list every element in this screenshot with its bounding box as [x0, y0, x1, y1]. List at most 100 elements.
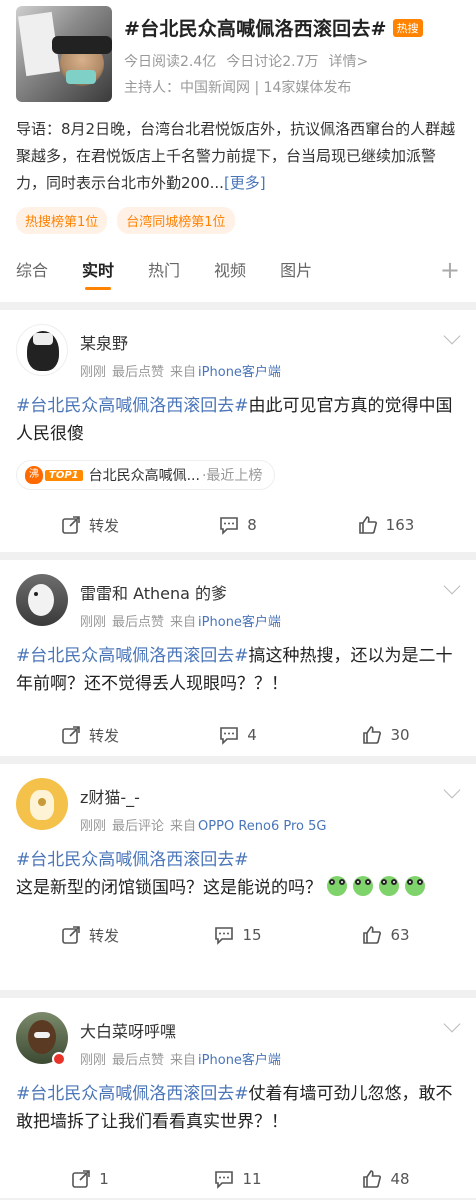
like-button[interactable]: 30 — [312, 725, 460, 745]
comment-button[interactable]: 11 — [164, 1169, 312, 1189]
hashtag-link[interactable]: #台北民众高喊佩洛西滚回去# — [16, 646, 249, 666]
avatar[interactable] — [16, 778, 68, 830]
comment-icon — [220, 727, 239, 745]
thumbs-up-icon — [363, 926, 382, 944]
post-source[interactable]: iPhone客户端 — [198, 615, 281, 630]
hot-badge: 热搜 — [392, 18, 423, 37]
source-prefix: 来自 — [170, 615, 197, 630]
post-source[interactable]: iPhone客户端 — [198, 365, 281, 380]
username[interactable]: z财猫-_- — [80, 784, 460, 808]
repost-button[interactable]: 1 — [16, 1169, 164, 1189]
frog-emoji-icon — [379, 876, 400, 896]
source-prefix: 来自 — [170, 365, 197, 380]
like-button[interactable]: 163 — [312, 515, 460, 535]
post-time: 刚刚 — [80, 819, 107, 834]
post-card[interactable]: z财猫-_- 刚刚 最后评论 来自 OPPO Reno6 Pro 5G #台北民众高喊… — [0, 764, 476, 990]
post-actions: 转发 4 30 — [16, 710, 460, 760]
username[interactable]: 雷雷和 Athena 的爹 — [80, 580, 460, 604]
post-text: #台北民众高喊佩洛西滚回去# 这是新型的闭馆锁国吗？这是能说的吗？ — [16, 846, 460, 902]
repost-icon — [62, 926, 80, 944]
username[interactable]: 某泉野 — [80, 330, 460, 354]
source-prefix: 来自 — [170, 1053, 197, 1068]
tab-realtime[interactable]: 实时 — [82, 257, 114, 290]
frog-emoji-icon — [353, 876, 374, 896]
like-button[interactable]: 48 — [312, 1169, 460, 1189]
avatar[interactable] — [16, 574, 68, 626]
tab-hot[interactable]: 热门 — [148, 257, 180, 281]
topic-cover-image[interactable] — [16, 6, 112, 102]
tab-comprehensive[interactable]: 综合 — [16, 257, 48, 281]
comment-button[interactable]: 15 — [164, 925, 312, 945]
post-actions: 1 11 48 — [16, 1154, 460, 1200]
post-activity: 最后点赞 — [112, 615, 165, 630]
hashtag-link[interactable]: #台北民众高喊佩洛西滚回去# — [16, 1084, 249, 1104]
frog-emoji-icon — [405, 876, 426, 896]
comment-icon — [215, 1171, 234, 1189]
thumbs-up-icon — [358, 516, 377, 534]
repost-icon — [72, 1170, 91, 1188]
detail-link[interactable]: 详情> — [329, 51, 369, 71]
more-link[interactable]: [更多] — [224, 174, 266, 192]
comment-button[interactable]: 4 — [164, 725, 312, 745]
repost-label: 转发 — [88, 516, 119, 535]
post-card[interactable]: 雷雷和 Athena 的爹 刚刚 最后点赞 来自 iPhone客户端 #台北民众高喊佩… — [0, 560, 476, 756]
post-text: #台北民众高喊佩洛西滚回去#仗着有墙可劲儿忽悠，敢不敢把墙拆了让我们看看真实世界… — [16, 1080, 460, 1136]
comment-icon — [215, 927, 234, 945]
post-time: 刚刚 — [80, 615, 107, 630]
tag-city-rank[interactable]: 台湾同城榜第1位 — [117, 207, 235, 234]
post-card[interactable]: 某泉野 刚刚 最后点赞 来自 iPhone客户端 #台北民众高喊佩洛西滚回去#由此可见… — [0, 310, 476, 552]
rank-label: 台北民众高喊佩... — [88, 468, 200, 484]
post-time: 刚刚 — [80, 1053, 107, 1068]
post-actions: 转发 15 63 — [16, 910, 460, 960]
hashtag-link[interactable]: #台北民众高喊佩洛西滚回去# — [16, 396, 249, 416]
comment-icon — [220, 517, 239, 535]
post-body: 这是新型的闭馆锁国吗？这是能说的吗？ — [16, 878, 322, 898]
repost-label: 转发 — [88, 726, 119, 745]
rank-chip[interactable]: 沸 TOP1 台北民众高喊佩... ·最近上榜 — [16, 460, 276, 490]
post-actions: 转发 8 163 — [16, 500, 460, 550]
avatar[interactable] — [16, 324, 68, 376]
like-count: 163 — [385, 516, 415, 534]
post-text: #台北民众高喊佩洛西滚回去#搞这种热搜，还以为是二十年前啊？还不觉得丢人现眼吗？… — [16, 642, 460, 698]
discussions-count: 今日讨论2.7万 — [226, 54, 319, 70]
tag-hot-rank[interactable]: 热搜榜第1位 — [16, 207, 108, 234]
like-count: 30 — [390, 726, 410, 744]
reads-count: 今日阅读2.4亿 — [124, 54, 217, 70]
comment-count: 15 — [242, 926, 262, 944]
top-badge: TOP1 — [45, 469, 83, 481]
post-activity: 最后点赞 — [112, 1053, 165, 1068]
repost-button[interactable]: 转发 — [16, 925, 164, 946]
tab-images[interactable]: 图片 — [280, 257, 312, 281]
post-source[interactable]: OPPO Reno6 Pro 5G — [198, 819, 326, 834]
like-button[interactable]: 63 — [312, 925, 460, 945]
tab-video[interactable]: 视频 — [214, 257, 246, 281]
tab-bar: 综合 实时 热门 视频 图片 + — [16, 248, 460, 290]
topic-intro: 导语：8月2日晚，台湾台北君悦饭店外，抗议佩洛西窜台的人群越聚越多，在君悦饭店上… — [16, 116, 460, 197]
repost-icon — [62, 516, 80, 534]
comment-count: 4 — [247, 726, 257, 744]
source-prefix: 来自 — [170, 819, 197, 834]
repost-button[interactable]: 转发 — [16, 515, 164, 536]
username[interactable]: 大白菜呀呼嘿 — [80, 1018, 460, 1042]
post-text: #台北民众高喊佩洛西滚回去#由此可见官方真的觉得中国人民很傻 — [16, 392, 460, 448]
repost-count: 1 — [99, 1170, 109, 1188]
comment-button[interactable]: 8 — [164, 515, 312, 535]
post-time: 刚刚 — [80, 365, 107, 380]
hashtag-link[interactable]: #台北民众高喊佩洛西滚回去# — [16, 850, 249, 870]
post-card[interactable]: 大白菜呀呼嘿 刚刚 最后点赞 来自 iPhone客户端 #台北民众高喊佩洛西滚回去#仗… — [0, 998, 476, 1198]
topic-host: 主持人：中国新闻网 | 14家媒体发布 — [124, 80, 352, 96]
rank-status: ·最近上榜 — [201, 468, 263, 484]
post-source[interactable]: iPhone客户端 — [198, 1053, 281, 1068]
weibo-topic-page: #台北民众高喊佩洛西滚回去# 热搜 今日阅读2.4亿 今日讨论2.7万 详情> … — [0, 0, 476, 1200]
comment-count: 11 — [242, 1170, 262, 1188]
frog-emoji-icon — [327, 876, 348, 896]
topic-title: #台北民众高喊佩洛西滚回去# — [124, 18, 387, 40]
like-count: 48 — [390, 1170, 410, 1188]
comment-count: 8 — [247, 516, 257, 534]
repost-button[interactable]: 转发 — [16, 725, 164, 746]
post-activity: 最后点赞 — [112, 365, 165, 380]
plus-icon[interactable]: + — [440, 256, 460, 284]
post-activity: 最后评论 — [112, 819, 165, 834]
like-count: 63 — [390, 926, 410, 944]
flame-icon: 沸 — [25, 466, 43, 484]
